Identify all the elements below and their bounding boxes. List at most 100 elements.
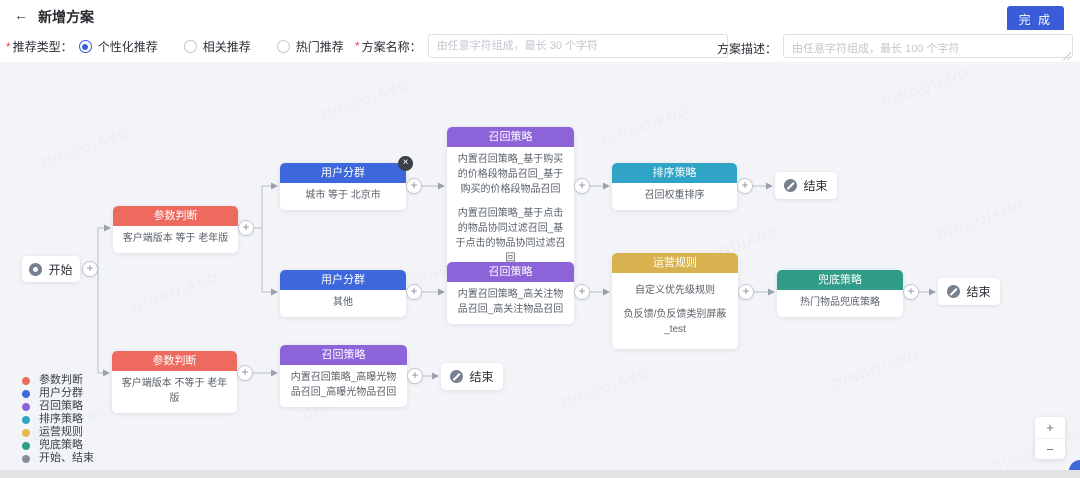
legend-dot-icon: [22, 442, 30, 450]
zoom-in-button[interactable]: +: [1035, 417, 1065, 438]
add-node-button[interactable]: +: [407, 368, 423, 384]
add-node-button[interactable]: +: [738, 284, 754, 300]
node-rc1[interactable]: 召回策略内置召回策略_基于购买的价格段物品召回_基于购买的价格段物品召回内置召回…: [447, 127, 574, 273]
close-icon[interactable]: ×: [398, 156, 413, 171]
terminal-label: 开始: [48, 261, 72, 278]
new-plan-page: ← 新增方案 完 成 * 推荐类型： 个性化推荐 相关推荐 热门推荐 * 方案名称：…: [0, 0, 1080, 478]
node-condition-text: 内置召回策略_基于点击的物品协同过滤召回_基于点击的物品协同过滤召回: [453, 206, 568, 266]
zoom-out-button[interactable]: −: [1035, 438, 1065, 459]
node-body: 内置召回策略_基于购买的价格段物品召回_基于购买的价格段物品召回内置召回策略_基…: [447, 147, 574, 273]
legend-item: 排序策略: [22, 413, 94, 426]
legend-label: 用户分群: [39, 387, 83, 400]
recommend-type-radio-group: 个性化推荐 相关推荐 热门推荐: [79, 38, 370, 55]
flow-edge-start-pj2: [98, 269, 109, 373]
node-body: 客户端版本 不等于 老年版: [112, 371, 237, 413]
legend-label: 参数判断: [39, 374, 83, 387]
legend-dot-icon: [22, 429, 30, 437]
node-condition-text: 内置召回策略_高关注物品召回_高关注物品召回: [453, 287, 568, 317]
add-node-button[interactable]: +: [82, 261, 98, 277]
legend-label: 召回策略: [39, 400, 83, 413]
radio-option-1[interactable]: 个性化推荐: [79, 38, 158, 55]
legend-item: 用户分群: [22, 387, 94, 400]
radio-option-2[interactable]: 相关推荐: [184, 38, 251, 55]
required-mark: *: [355, 39, 360, 53]
add-node-button[interactable]: +: [238, 220, 254, 236]
node-condition-text: 城市 等于 北京市: [286, 188, 400, 203]
back-icon[interactable]: ←: [14, 7, 28, 23]
terminal-label: 结束: [966, 283, 990, 300]
node-op1[interactable]: 运营规则自定义优先级规则负反馈/负反馈类别屏蔽_test: [612, 253, 738, 349]
page-title: 新增方案: [38, 7, 94, 27]
end-icon: [784, 179, 797, 192]
node-ug2[interactable]: 用户分群其他: [280, 270, 406, 317]
radio-option-label: 相关推荐: [203, 38, 251, 55]
node-body: 热门物品兜底策略: [777, 290, 903, 317]
flow-edge-pj1-ug2: [254, 228, 277, 292]
node-title: 用户分群: [280, 163, 406, 183]
node-body: 内置召回策略_高曝光物品召回_高曝光物品召回: [280, 365, 407, 407]
add-node-button[interactable]: +: [903, 284, 919, 300]
add-node-button[interactable]: +: [406, 178, 422, 194]
terminal-label: 结束: [469, 368, 493, 385]
node-title: 排序策略: [612, 163, 737, 183]
add-node-button[interactable]: +: [574, 284, 590, 300]
plan-desc-wrap: [783, 34, 1073, 63]
radio-unselected-icon[interactable]: [184, 40, 197, 53]
node-condition-text: 内置召回策略_基于购买的价格段物品召回_基于购买的价格段物品召回: [453, 152, 568, 197]
node-condition-text: 热门物品兜底策略: [783, 295, 897, 310]
node-title: 召回策略: [447, 262, 574, 282]
legend: 参数判断用户分群召回策略排序策略运营规则兜底策略开始、结束: [22, 374, 94, 465]
node-condition-text: 其他: [286, 295, 400, 310]
legend-item: 运营规则: [22, 426, 94, 439]
add-node-button[interactable]: +: [237, 365, 253, 381]
node-rc2[interactable]: 召回策略内置召回策略_高关注物品召回_高关注物品召回: [447, 262, 574, 324]
radio-option-label: 热门推荐: [296, 38, 344, 55]
end-icon: [947, 285, 960, 298]
node-title: 召回策略: [447, 127, 574, 147]
node-title: 运营规则: [612, 253, 738, 273]
add-node-button[interactable]: +: [406, 284, 422, 300]
node-body: 客户端版本 等于 老年版: [113, 226, 238, 253]
add-node-button[interactable]: +: [574, 178, 590, 194]
done-button[interactable]: 完 成: [1007, 6, 1064, 33]
node-condition-text: 客户端版本 不等于 老年版: [118, 376, 231, 406]
node-sort1[interactable]: 排序策略召回权重排序: [612, 163, 737, 210]
node-condition-text: 自定义优先级规则: [618, 283, 732, 298]
top-bar: ← 新增方案 完 成: [0, 0, 1080, 30]
end-node[interactable]: 结束: [938, 278, 1000, 305]
recommend-type-label: 推荐类型：: [13, 38, 73, 55]
node-fb1[interactable]: 兜底策略热门物品兜底策略: [777, 270, 903, 317]
plan-desc-label: 方案描述：: [717, 40, 777, 57]
form-row: * 推荐类型： 个性化推荐 相关推荐 热门推荐 * 方案名称： 方案描述：: [0, 30, 1080, 62]
zoom-controls: + −: [1035, 417, 1065, 459]
add-node-button[interactable]: +: [737, 178, 753, 194]
legend-dot-icon: [22, 390, 30, 398]
end-node[interactable]: 结束: [775, 172, 837, 199]
radio-selected-icon[interactable]: [79, 40, 92, 53]
start-icon: [29, 263, 42, 276]
start-node[interactable]: 开始: [22, 256, 80, 282]
radio-option-3[interactable]: 热门推荐: [277, 38, 344, 55]
node-title: 参数判断: [112, 351, 237, 371]
node-condition-text: 内置召回策略_高曝光物品召回_高曝光物品召回: [286, 370, 401, 400]
node-body: 自定义优先级规则负反馈/负反馈类别屏蔽_test: [612, 273, 738, 349]
radio-unselected-icon[interactable]: [277, 40, 290, 53]
legend-dot-icon: [22, 455, 30, 463]
radio-option-label: 个性化推荐: [98, 38, 158, 55]
plan-name-input[interactable]: [428, 34, 728, 58]
flow-edge-start-pj1: [98, 228, 110, 269]
flow-edge-pj1-ug1: [254, 186, 277, 228]
node-condition-text: 客户端版本 等于 老年版: [119, 231, 232, 246]
node-body: 其他: [280, 290, 406, 317]
node-pj1[interactable]: 参数判断客户端版本 等于 老年版: [113, 206, 238, 253]
flow-canvas[interactable]: 开始+参数判断客户端版本 等于 老年版+参数判断客户端版本 不等于 老年版+用户…: [0, 62, 1080, 470]
legend-item: 兜底策略: [22, 439, 94, 452]
plan-name-field: * 方案名称：: [355, 34, 728, 58]
legend-dot-icon: [22, 403, 30, 411]
recommend-type-field: * 推荐类型： 个性化推荐 相关推荐 热门推荐: [6, 38, 370, 55]
node-pj2[interactable]: 参数判断客户端版本 不等于 老年版: [112, 351, 237, 413]
plan-desc-input[interactable]: [783, 34, 1073, 58]
node-rc3[interactable]: 召回策略内置召回策略_高曝光物品召回_高曝光物品召回: [280, 345, 407, 407]
node-ug1[interactable]: 用户分群城市 等于 北京市×: [280, 163, 406, 210]
end-node[interactable]: 结束: [441, 363, 503, 390]
